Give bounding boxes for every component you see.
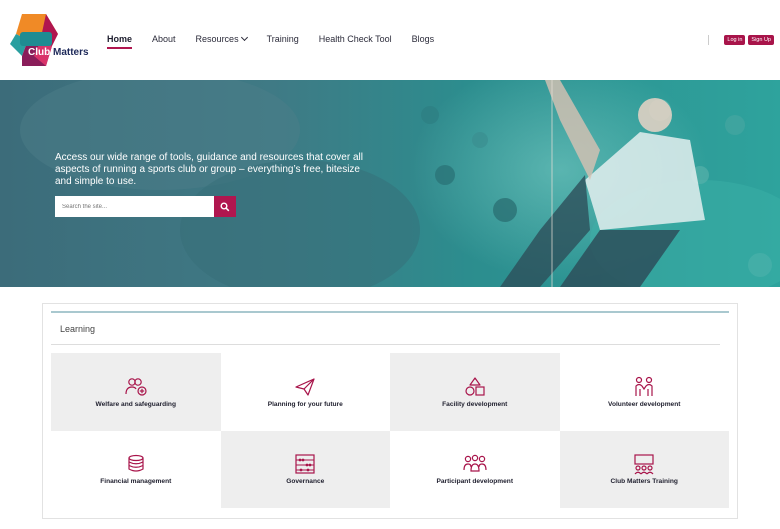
hero-banner: Access our wide range of tools, guidance… [0, 80, 780, 287]
paper-plane-icon [295, 378, 315, 396]
tile-participant-development[interactable]: Participant development [390, 430, 560, 508]
learning-title: Learning [60, 324, 96, 334]
auth-buttons: Log in Sign Up [708, 35, 774, 45]
logo-wordmark: Club Matters [28, 47, 89, 58]
nav-blogs[interactable]: Blogs [412, 34, 435, 44]
logo-word-club: Club [28, 47, 51, 58]
tile-facility-development[interactable]: Facility development [390, 353, 560, 431]
tile-label: Welfare and safeguarding [95, 400, 177, 408]
people-plus-icon [125, 377, 147, 396]
nav-health-check-tool[interactable]: Health Check Tool [319, 34, 392, 44]
group-icon [463, 455, 487, 472]
tile-governance[interactable]: Governance [220, 430, 390, 508]
nav-resources[interactable]: Resources [195, 33, 248, 44]
logo-hexagon-icon [10, 14, 58, 66]
search-input[interactable] [55, 196, 214, 217]
learning-divider [51, 344, 720, 345]
search-button[interactable] [214, 196, 236, 217]
top-navigation: Club Matters Home About Resources Traini… [0, 0, 780, 80]
tile-label: Participant development [436, 478, 514, 486]
tile-label: Planning for your future [267, 400, 343, 408]
hero-description: Access our wide range of tools, guidance… [55, 152, 363, 187]
tile-volunteer-development[interactable]: Volunteer development [559, 353, 729, 431]
login-button[interactable]: Log in [724, 35, 746, 45]
learning-panel: Learning Welfare and safeguarding Planni… [51, 311, 729, 512]
club-matters-logo[interactable]: Club Matters [6, 12, 96, 68]
tile-label: Financial management [100, 478, 172, 486]
search-icon [220, 202, 230, 211]
shapes-icon [465, 377, 485, 396]
auth-divider [708, 35, 710, 45]
nav-resources-label: Resources [195, 34, 239, 44]
tile-welfare-and-safeguarding[interactable]: Welfare and safeguarding [51, 353, 221, 431]
main-menu: Home About Resources Training Health Che… [107, 33, 454, 49]
nav-training[interactable]: Training [267, 34, 299, 44]
tile-planning-for-your-future[interactable]: Planning for your future [220, 353, 390, 431]
tile-label: Club Matters Training [610, 478, 678, 486]
tile-label: Volunteer development [608, 400, 681, 408]
volunteers-icon [635, 376, 653, 396]
tile-label: Facility development [442, 400, 508, 408]
logo-word-matters: Matters [53, 47, 89, 58]
coins-stack-icon [128, 455, 144, 472]
presentation-icon [634, 454, 654, 475]
nav-about[interactable]: About [152, 34, 176, 44]
tile-financial-management[interactable]: Financial management [51, 430, 221, 508]
tile-label: Governance [286, 478, 325, 486]
chevron-down-icon [240, 33, 248, 42]
learning-grid: Welfare and safeguarding Planning for yo… [51, 353, 729, 508]
abacus-icon [295, 454, 315, 474]
hero-search [55, 196, 236, 217]
tile-club-matters-training[interactable]: Club Matters Training [559, 430, 729, 508]
signup-button[interactable]: Sign Up [748, 35, 774, 45]
nav-home[interactable]: Home [107, 34, 133, 49]
